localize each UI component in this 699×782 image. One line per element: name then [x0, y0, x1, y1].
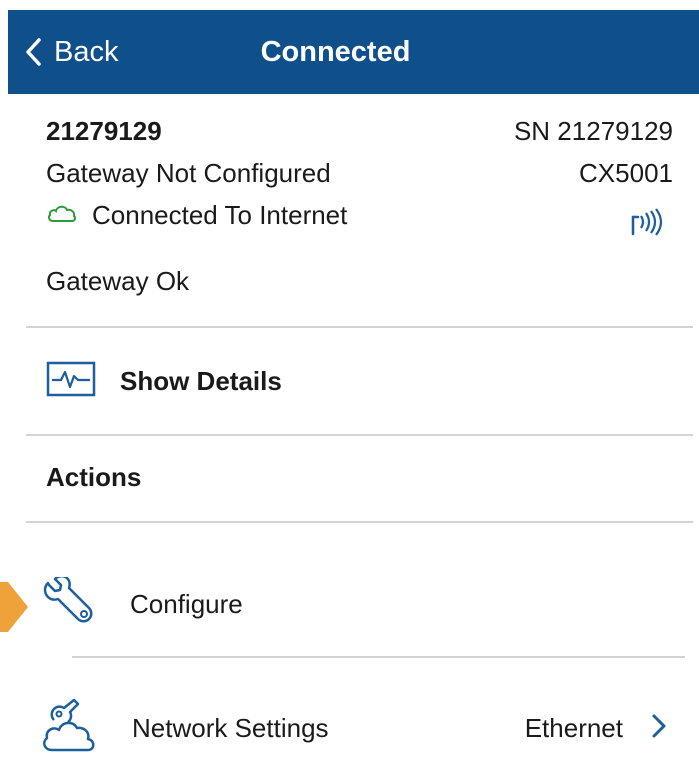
navigation-bar: Back Connected [8, 10, 699, 94]
activity-monitor-icon [46, 360, 96, 403]
divider [26, 521, 693, 523]
network-settings-action[interactable]: Network Settings Ethernet [40, 698, 673, 759]
wireless-signal-icon [629, 208, 673, 241]
show-details-button[interactable]: Show Details [46, 360, 282, 403]
network-cloud-icon [40, 698, 100, 759]
chevron-right-icon [651, 713, 667, 744]
callout-marker [0, 582, 30, 632]
device-info: 21279129 SN 21279129 Gateway Not Configu… [46, 116, 673, 242]
page-title: Connected [260, 36, 411, 68]
cloud-icon [46, 200, 78, 231]
internet-status: Connected To Internet [46, 200, 347, 231]
gateway-status: Gateway Ok [46, 266, 190, 296]
configure-action[interactable]: Configure [40, 574, 673, 632]
configure-label: Configure [130, 588, 243, 619]
app-screen: Back Connected 21279129 SN 21279129 Gate… [0, 0, 699, 782]
show-details-label: Show Details [120, 366, 282, 396]
actions-heading: Actions [46, 462, 142, 492]
device-id: 21279129 [46, 116, 162, 146]
network-settings-label: Network Settings [132, 712, 329, 743]
divider [72, 656, 685, 658]
network-type-value: Ethernet [524, 712, 623, 743]
wrench-icon [40, 574, 98, 632]
divider [26, 434, 693, 436]
serial-number: SN 21279129 [513, 116, 673, 146]
configuration-status: Gateway Not Configured [46, 158, 331, 188]
device-model: CX5001 [579, 158, 673, 188]
divider [26, 326, 693, 328]
internet-status-label: Connected To Internet [92, 200, 348, 230]
